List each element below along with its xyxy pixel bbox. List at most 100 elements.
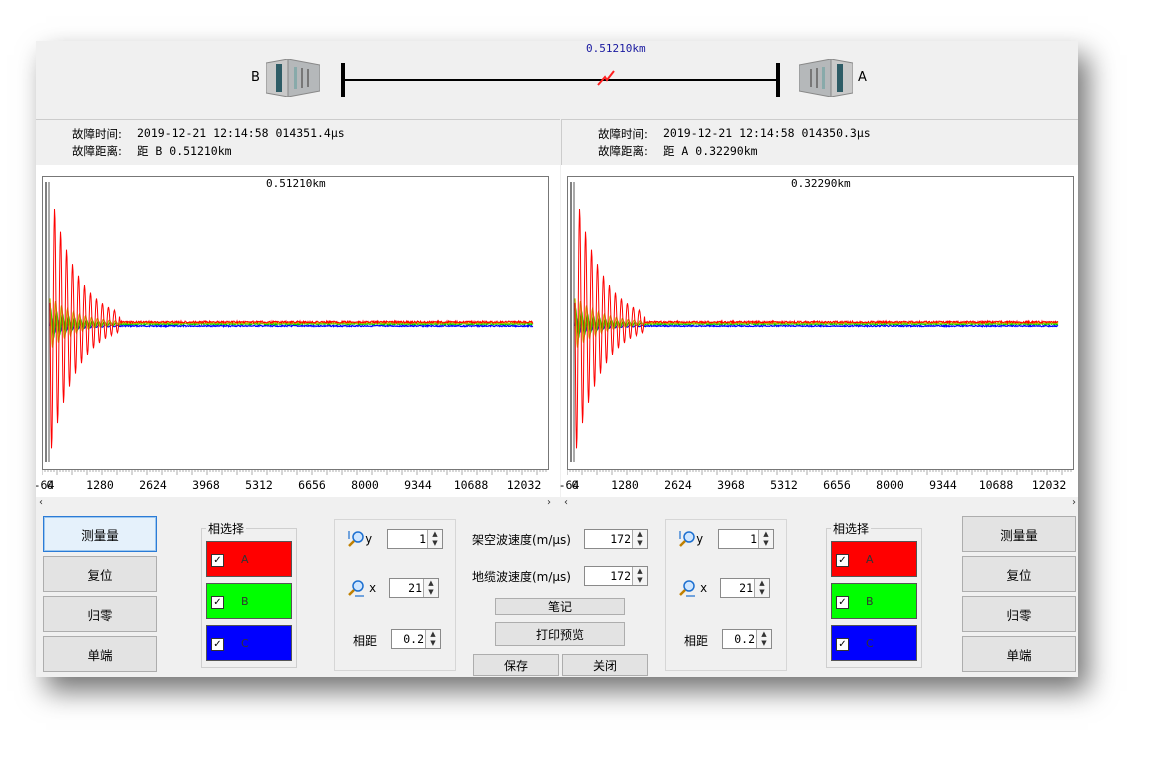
waveform-trace xyxy=(574,316,1059,334)
zero-button-right[interactable]: 归零 xyxy=(962,596,1076,632)
fault-distance-top: 0.51210km xyxy=(586,42,646,55)
line-diagram: B 0.51210km A xyxy=(36,41,1078,118)
x-tick-label-right: 12032 xyxy=(1031,478,1067,492)
cable-speed-spinner[interactable]: 172 ▲ ▼ xyxy=(584,566,648,586)
zoom-x-arrows-right[interactable]: ▲ ▼ xyxy=(754,579,769,597)
phase-a-toggle-left[interactable]: ✓ A xyxy=(206,541,292,577)
x-tick-label-left: 0 xyxy=(46,478,54,492)
zoom-y-value-left[interactable]: 1 xyxy=(419,532,426,546)
fault-distance-value-left: 距 B 0.51210km xyxy=(137,144,232,158)
zoom-y-value-right[interactable]: 1 xyxy=(750,532,757,546)
info-panel-left: 故障时间: 2019-12-21 12:14:58 014351.4μs 故障距… xyxy=(36,119,560,166)
overhead-speed-spinner[interactable]: 172 ▲ ▼ xyxy=(584,529,648,549)
phase-b-checkbox-left[interactable]: ✓ xyxy=(211,596,224,609)
scroll-right-arrow-left-plot[interactable]: › xyxy=(547,497,551,509)
server-b-icon xyxy=(266,59,320,97)
spacing-arrows-left[interactable]: ▲ ▼ xyxy=(425,630,440,648)
spacing-label-left: 相距 xyxy=(353,634,378,648)
zoom-y-spinner-right[interactable]: 1 ▲ ▼ xyxy=(718,529,774,549)
x-tick-label-left: 9344 xyxy=(404,478,432,492)
phase-select-group-left: 相选择 ✓ A ✓ B ✓ C xyxy=(201,520,297,668)
phase-b-label-left: B xyxy=(241,595,249,608)
spacing-value-right[interactable]: 0.2 xyxy=(734,632,755,646)
notes-button[interactable]: 笔记 xyxy=(495,598,625,615)
waveform-left[interactable] xyxy=(43,177,548,469)
x-tick-label-right: 0 xyxy=(571,478,579,492)
save-button[interactable]: 保存 xyxy=(473,654,559,676)
waveform-trace xyxy=(574,208,1059,449)
x-tick-label-right: 3968 xyxy=(717,478,745,492)
zoom-x-spinner-left[interactable]: 21 ▲ ▼ xyxy=(389,578,439,598)
zoom-x-spinner-right[interactable]: 21 ▲ ▼ xyxy=(720,578,770,598)
zoom-x-value-left[interactable]: 21 xyxy=(408,581,422,595)
zero-button-left[interactable]: 归零 xyxy=(43,596,157,632)
zoom-y-arrows-left[interactable]: ▲ ▼ xyxy=(427,530,442,548)
phase-c-label-left: C xyxy=(241,637,249,650)
spacing-spinner-right[interactable]: 0.2 ▲ ▼ xyxy=(722,629,772,649)
info-panel-right: 故障时间: 2019-12-21 12:14:58 014350.3μs 故障距… xyxy=(561,119,1078,166)
station-b-label: B xyxy=(251,70,260,85)
single-end-button-right[interactable]: 单端 xyxy=(962,636,1076,672)
x-tick-label-right: 10688 xyxy=(978,478,1014,492)
zoom-x-value-right[interactable]: 21 xyxy=(739,581,753,595)
measure-button-left[interactable]: 测量量 xyxy=(43,516,157,552)
spacing-spinner-left[interactable]: 0.2 ▲ ▼ xyxy=(391,629,441,649)
fault-lightning-icon xyxy=(597,70,615,86)
zoom-x-arrows-left[interactable]: ▲ ▼ xyxy=(423,579,438,597)
phase-select-title-right: 相选择 xyxy=(831,520,872,537)
phase-b-checkbox-right[interactable]: ✓ xyxy=(836,596,849,609)
close-button[interactable]: 关闭 xyxy=(562,654,648,676)
zoom-y-arrows-right[interactable]: ▲ ▼ xyxy=(758,530,773,548)
fault-distance-label-left: 故障距离: xyxy=(72,144,122,158)
print-preview-button[interactable]: 打印预览 xyxy=(495,622,625,646)
scroll-left-arrow[interactable]: ‹ xyxy=(39,497,43,509)
phase-c-toggle-left[interactable]: ✓ C xyxy=(206,625,292,661)
zoom-x-icon-left xyxy=(348,580,364,597)
x-tick-label-left: 8000 xyxy=(351,478,379,492)
phase-c-toggle-right[interactable]: ✓ C xyxy=(831,625,917,661)
waveform-frame-left[interactable] xyxy=(42,176,549,470)
spacing-value-left[interactable]: 0.2 xyxy=(403,632,424,646)
phase-b-toggle-left[interactable]: ✓ B xyxy=(206,583,292,619)
phase-select-group-right: 相选择 ✓ A ✓ B ✓ C xyxy=(826,520,922,668)
waveform-area-right[interactable]: 0.32290km -64 0 1280 2624 3968 5312 6656 8000 93… xyxy=(559,165,1078,497)
waveform-frame-right[interactable] xyxy=(567,176,1074,470)
phase-b-toggle-right[interactable]: ✓ B xyxy=(831,583,917,619)
reset-button-left[interactable]: 复位 xyxy=(43,556,157,592)
waveform-right[interactable] xyxy=(568,177,1073,469)
fault-time-label-left: 故障时间: xyxy=(72,127,122,141)
x-tick-label-left: 3968 xyxy=(192,478,220,492)
single-end-button-left[interactable]: 单端 xyxy=(43,636,157,672)
phase-a-checkbox-left[interactable]: ✓ xyxy=(211,554,224,567)
phase-c-checkbox-right[interactable]: ✓ xyxy=(836,638,849,651)
scroll-right-arrow[interactable]: › xyxy=(1072,497,1076,509)
x-tick-label-right: 9344 xyxy=(929,478,957,492)
x-tick-label-right: 2624 xyxy=(664,478,692,492)
waveform-area-left[interactable]: 0.51210km -64012802624396853126656800093… xyxy=(36,165,560,497)
phase-c-label-right: C xyxy=(866,637,874,650)
fault-distance-label-right: 故障距离: xyxy=(598,144,648,158)
x-tick-label-right: 5312 xyxy=(770,478,798,492)
zoom-y-label-right: y xyxy=(696,532,704,546)
phase-select-title-left: 相选择 xyxy=(206,520,247,537)
fault-time-value-left: 2019-12-21 12:14:58 014351.4μs xyxy=(137,126,345,140)
overhead-speed-label: 架空波速度(m/μs) xyxy=(472,533,571,547)
phase-c-checkbox-left[interactable]: ✓ xyxy=(211,638,224,651)
phase-a-checkbox-right[interactable]: ✓ xyxy=(836,554,849,567)
x-tick-label-left: 1280 xyxy=(86,478,114,492)
scroll-left-arrow-right-plot[interactable]: ‹ xyxy=(564,497,568,509)
overhead-speed-value[interactable]: 172 xyxy=(610,532,631,546)
x-tick-label-left: 6656 xyxy=(298,478,326,492)
x-axis-ruler-right xyxy=(567,469,1072,475)
cable-speed-arrows[interactable]: ▲ ▼ xyxy=(632,567,647,585)
overhead-speed-arrows[interactable]: ▲ ▼ xyxy=(632,530,647,548)
phase-a-toggle-right[interactable]: ✓ A xyxy=(831,541,917,577)
cable-speed-value[interactable]: 172 xyxy=(610,569,631,583)
spacing-arrows-right[interactable]: ▲ ▼ xyxy=(756,630,771,648)
line-end-right xyxy=(776,63,780,97)
zoom-y-icon-left xyxy=(348,531,364,547)
reset-button-right[interactable]: 复位 xyxy=(962,556,1076,592)
measure-button-right[interactable]: 测量量 xyxy=(962,516,1076,552)
zoom-y-spinner-left[interactable]: 1 ▲ ▼ xyxy=(387,529,443,549)
x-tick-label-left: 2624 xyxy=(139,478,167,492)
